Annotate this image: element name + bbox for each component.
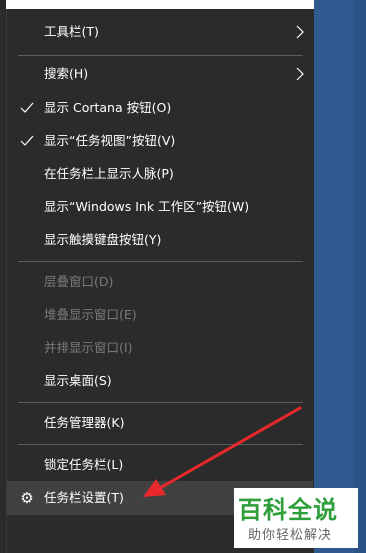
menu-item-label: 任务管理器(K)	[44, 415, 125, 430]
menu-item-stack-windows: 堆叠显示窗口(E)	[7, 298, 313, 332]
menu-item-label: 堆叠显示窗口(E)	[44, 307, 137, 322]
menu-item-label: 搜索(H)	[44, 66, 89, 81]
menu-item-toolbars[interactable]: 工具栏(T)	[7, 15, 313, 49]
menu-item-show-windows-ink[interactable]: 显示“Windows Ink 工作区”按钮(W)	[7, 190, 313, 224]
menu-item-label: 并排显示窗口(I)	[44, 340, 133, 355]
watermark-title: 百科全说	[238, 496, 338, 524]
taskbar-context-menu: 工具栏(T) 搜索(H) 显示 Cortana 按钮(O) 显示“任务视图”按钮…	[6, 9, 314, 553]
menu-item-label: 显示 Cortana 按钮(O)	[44, 100, 172, 115]
menu-item-label: 在任务栏上显示人脉(P)	[44, 166, 174, 181]
menu-item-show-touch-keyboard[interactable]: 显示触摸键盘按钮(Y)	[7, 223, 313, 257]
desktop-background-right	[314, 0, 354, 553]
menu-separator	[18, 444, 303, 445]
menu-item-label: 显示“Windows Ink 工作区”按钮(W)	[44, 199, 250, 214]
menu-item-label: 锁定任务栏(L)	[44, 457, 124, 472]
menu-item-side-by-side-windows: 并排显示窗口(I)	[7, 331, 313, 365]
menu-item-show-cortana[interactable]: 显示 Cortana 按钮(O)	[7, 91, 313, 125]
menu-item-cascade-windows: 层叠窗口(D)	[7, 265, 313, 299]
watermark-subtitle: 助你轻松解决	[248, 528, 333, 543]
menu-item-label: 显示桌面(S)	[44, 373, 112, 388]
menu-item-label: 层叠窗口(D)	[44, 274, 114, 289]
checkmark-icon	[20, 135, 34, 146]
watermark: 百科全说 助你轻松解决	[234, 488, 358, 548]
menu-item-label: 工具栏(T)	[44, 24, 99, 39]
menu-item-search[interactable]: 搜索(H)	[7, 57, 313, 91]
menu-item-lock-taskbar[interactable]: 锁定任务栏(L)	[7, 448, 313, 482]
menu-item-task-manager[interactable]: 任务管理器(K)	[7, 406, 313, 440]
menu-item-label: 任务栏设置(T)	[44, 490, 124, 505]
menu-separator	[18, 402, 303, 403]
checkmark-icon	[20, 102, 34, 113]
menu-item-label: 显示“任务视图”按钮(V)	[44, 133, 176, 148]
chevron-right-icon	[296, 67, 304, 81]
menu-item-show-task-view[interactable]: 显示“任务视图”按钮(V)	[7, 124, 313, 158]
desktop-background-edge	[354, 0, 366, 553]
menu-item-show-desktop[interactable]: 显示桌面(S)	[7, 364, 313, 398]
menu-item-show-people[interactable]: 在任务栏上显示人脉(P)	[7, 157, 313, 191]
menu-item-label: 显示触摸键盘按钮(Y)	[44, 232, 162, 247]
gear-icon: ⚙	[20, 489, 34, 507]
chevron-right-icon	[296, 25, 304, 39]
menu-separator	[18, 55, 303, 56]
menu-separator	[18, 261, 303, 262]
